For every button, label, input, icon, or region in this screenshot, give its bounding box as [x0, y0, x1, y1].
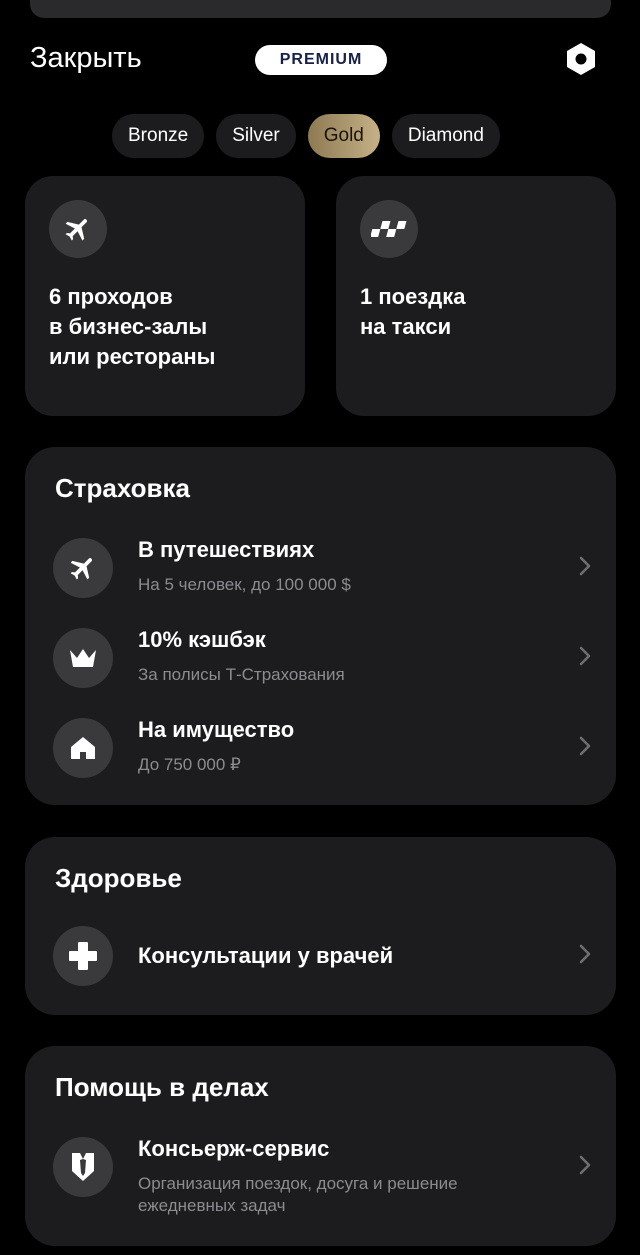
row-title: Консультации у врачей: [138, 943, 394, 968]
tier-diamond[interactable]: Diamond: [391, 114, 500, 158]
insurance-cashback-row[interactable]: 10% кэшбэк За полисы Т-Страхования: [25, 621, 616, 693]
row-subtitle: Организация поездок, досуга и решение еж…: [138, 1174, 458, 1215]
perk-taxi-text: 1 поездка на такси: [360, 284, 466, 339]
row-title: На имущество: [138, 717, 295, 742]
premium-badge: PREMIUM: [255, 45, 387, 75]
health-title: Здоровье: [55, 863, 182, 893]
chevron-right-icon: [579, 556, 591, 576]
crown-icon: [53, 628, 113, 688]
tier-bronze[interactable]: Bronze: [112, 114, 205, 158]
row-title: 10% кэшбэк: [138, 627, 266, 652]
assistance-title: Помощь в делах: [55, 1072, 269, 1102]
close-button[interactable]: Закрыть: [30, 42, 142, 75]
premium-badge-label: PREMIUM: [279, 51, 363, 68]
row-title: Консьерж-сервис: [138, 1136, 330, 1161]
house-icon: [53, 718, 113, 778]
chevron-right-icon: [579, 736, 591, 756]
tier-gold[interactable]: Gold: [307, 114, 380, 158]
chevron-right-icon: [579, 1155, 591, 1175]
airplane-icon: [49, 200, 107, 258]
medical-cross-icon: [53, 926, 113, 986]
perk-lounge-card[interactable]: 6 проходов в бизнес-залы или рестораны: [25, 176, 305, 416]
health-doctors-row[interactable]: Консультации у врачей: [25, 919, 616, 991]
chevron-right-icon: [579, 646, 591, 666]
perk-taxi-card[interactable]: 1 поездка на такси: [336, 176, 616, 416]
insurance-property-row[interactable]: На имущество До 750 000 ₽: [25, 711, 616, 783]
insurance-travel-row[interactable]: В путешествиях На 5 человек, до 100 000 …: [25, 531, 616, 603]
chevron-right-icon: [579, 944, 591, 964]
header: Закрыть PREMIUM: [0, 30, 640, 90]
perk-lounge-text: 6 проходов в бизнес-залы или рестораны: [49, 284, 216, 369]
sheet-edge: [30, 0, 611, 18]
health-section: Здоровье Консультации у врачей: [25, 837, 616, 1015]
concierge-row[interactable]: Консьерж-сервис Организация поездок, дос…: [25, 1130, 616, 1230]
airplane-icon: [53, 538, 113, 598]
assistance-section: Помощь в делах Консьерж-сервис Организац…: [25, 1046, 616, 1246]
taxi-checker-icon: [360, 200, 418, 258]
insurance-title: Страховка: [55, 473, 191, 503]
concierge-tie-icon: [53, 1137, 113, 1197]
hexagon-settings-icon[interactable]: [562, 40, 600, 78]
row-subtitle: На 5 человек, до 100 000 $: [138, 575, 351, 594]
row-subtitle: За полисы Т-Страхования: [138, 665, 345, 684]
row-title: В путешествиях: [138, 537, 315, 562]
insurance-section: Страховка В путешествиях На 5 человек, д…: [25, 447, 616, 805]
tier-selector: Bronze Silver Gold Diamond: [112, 114, 500, 158]
row-subtitle: До 750 000 ₽: [138, 755, 241, 774]
tier-silver[interactable]: Silver: [216, 114, 296, 158]
